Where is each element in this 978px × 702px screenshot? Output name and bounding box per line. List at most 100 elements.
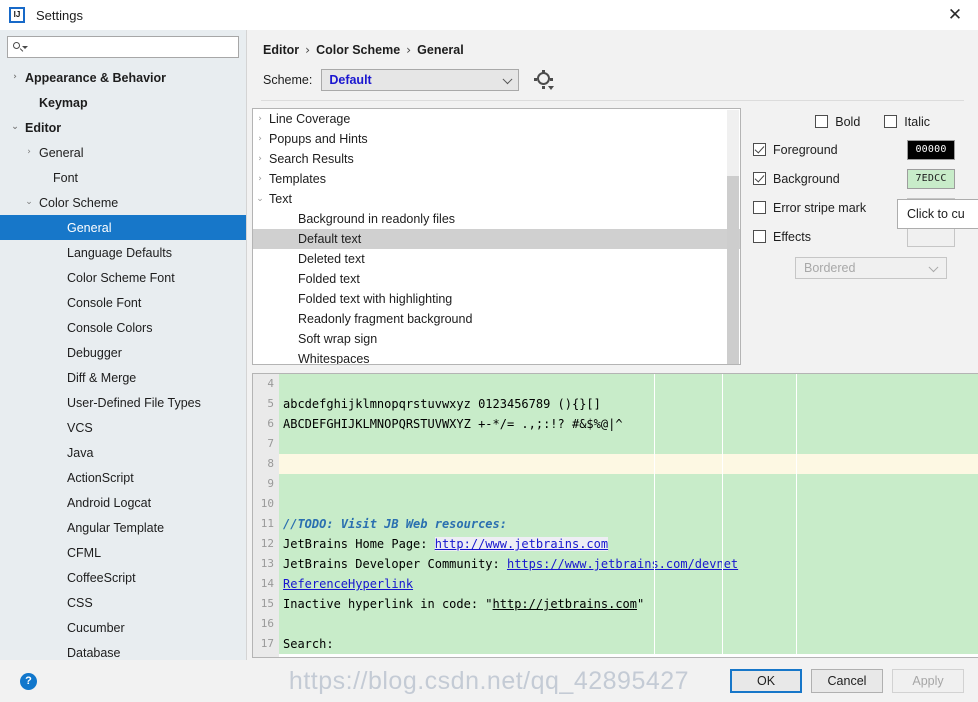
chevron-right-icon[interactable]: › (253, 154, 267, 164)
window-body: › Appearance & Behavior Keymap ⌄ Editor › Gene… (0, 30, 978, 660)
chevron-down-icon[interactable]: ⌄ (8, 123, 22, 132)
attribute-row[interactable]: Folded text (253, 269, 740, 289)
chevron-right-icon[interactable]: › (253, 114, 267, 124)
error-stripe-checkbox[interactable] (753, 201, 766, 214)
preview-code-area[interactable]: Search: Inactive hyperlink in code: "http… (279, 374, 978, 657)
sidebar-item-label: Console Colors (67, 320, 153, 335)
sidebar-item-editor[interactable]: ⌄ Editor (0, 115, 246, 140)
foreground-color-swatch[interactable]: 00000 (907, 139, 955, 160)
color-tooltip: Click to cu (897, 199, 978, 229)
preview-line: //TODO: Visit JB Web resources: (279, 514, 978, 534)
sidebar-item-general[interactable]: General (0, 215, 246, 240)
code-preview[interactable]: 4 5 6 7 8 9 10 11 12 13 14 15 16 17 Search: Inactive h… (252, 373, 978, 658)
sidebar-item-cucumber[interactable]: Cucumber (0, 615, 246, 640)
gear-icon[interactable] (534, 70, 555, 90)
scheme-select[interactable]: Default (321, 69, 520, 91)
attribute-label: Text (269, 192, 292, 206)
attribute-row[interactable]: › Line Coverage (253, 109, 740, 129)
attributes-scrollbar[interactable] (727, 110, 739, 364)
effect-type-select[interactable]: Bordered (795, 257, 947, 279)
attribute-row[interactable]: › Popups and Hints (253, 129, 740, 149)
chevron-right-icon[interactable]: › (8, 73, 22, 82)
search-icon (13, 41, 28, 53)
sidebar-tree[interactable]: › Appearance & Behavior Keymap ⌄ Editor › Gene… (0, 63, 246, 660)
effects-color-swatch[interactable] (907, 226, 955, 247)
italic-checkbox-row[interactable]: Italic (884, 115, 930, 129)
chevron-right-icon[interactable]: › (253, 134, 267, 144)
scheme-row: Scheme: Default (247, 57, 978, 91)
sidebar-item-java[interactable]: Java (0, 440, 246, 465)
apply-button[interactable]: Apply (892, 669, 964, 693)
sidebar-item-debugger[interactable]: Debugger (0, 340, 246, 365)
attribute-row[interactable]: Whitespaces (253, 349, 740, 364)
sidebar-item-font[interactable]: Font (0, 165, 246, 190)
foreground-checkbox[interactable] (753, 143, 766, 156)
chevron-down-icon (502, 74, 513, 85)
scrollbar-thumb[interactable] (727, 176, 739, 364)
preview-line (279, 614, 978, 634)
sidebar-item-appearance-behavior[interactable]: › Appearance & Behavior (0, 65, 246, 90)
chevron-right-icon[interactable]: › (253, 174, 267, 184)
close-icon[interactable]: ✕ (932, 0, 978, 30)
attribute-row[interactable]: › Templates (253, 169, 740, 189)
chevron-down-icon[interactable]: ⌄ (253, 194, 267, 204)
search-input[interactable] (24, 39, 238, 55)
bold-label: Bold (835, 114, 861, 129)
search-box[interactable] (7, 36, 239, 58)
line-background (279, 374, 978, 394)
sidebar-item-coffeescript[interactable]: CoffeeScript (0, 565, 246, 590)
help-icon[interactable]: ? (20, 672, 37, 690)
sidebar-item-label: CoffeeScript (67, 570, 136, 585)
bold-checkbox[interactable] (815, 115, 829, 128)
chevron-down-icon[interactable]: ⌄ (22, 198, 36, 207)
sidebar-item-color-scheme-font[interactable]: Color Scheme Font (0, 265, 246, 290)
line-number: 14 (260, 577, 274, 590)
sidebar-item-angular-template[interactable]: Angular Template (0, 515, 246, 540)
attribute-row[interactable]: Folded text with highlighting (253, 289, 740, 309)
sidebar-item-keymap[interactable]: Keymap (0, 90, 246, 115)
effects-checkbox[interactable] (753, 230, 766, 243)
chevron-right-icon[interactable]: › (22, 148, 36, 157)
sidebar-item-database[interactable]: Database (0, 640, 246, 660)
preview-line: JetBrains Home Page: http://www.jetbrain… (279, 534, 978, 554)
foreground-label: Foreground (773, 142, 838, 157)
sidebar-item-label: Java (67, 445, 94, 460)
sidebar-item-css[interactable]: CSS (0, 590, 246, 615)
italic-checkbox[interactable] (884, 115, 898, 128)
attribute-row[interactable]: Deleted text (253, 249, 740, 269)
breadcrumb-item[interactable]: Editor (263, 43, 299, 57)
attribute-row[interactable]: › Search Results (253, 149, 740, 169)
breadcrumb-item[interactable]: Color Scheme (316, 43, 400, 57)
attribute-row[interactable]: Background in readonly files (253, 209, 740, 229)
sidebar-item-language-defaults[interactable]: Language Defaults (0, 240, 246, 265)
bold-checkbox-row[interactable]: Bold (815, 115, 860, 129)
attributes-tree[interactable]: › Line Coverage › Popups and Hints › Search R… (252, 108, 741, 365)
sidebar-item-general[interactable]: › General (0, 140, 246, 165)
attribute-row[interactable]: Soft wrap sign (253, 329, 740, 349)
sidebar-item-user-defined-file-types[interactable]: User-Defined File Types (0, 390, 246, 415)
attribute-label: Deleted text (298, 252, 365, 266)
sidebar-item-android-logcat[interactable]: Android Logcat (0, 490, 246, 515)
attribute-label: Templates (269, 172, 326, 186)
attribute-row[interactable]: Default text (253, 229, 740, 249)
breadcrumb-item[interactable]: General (417, 43, 464, 57)
sidebar-item-label: ActionScript (67, 470, 134, 485)
ok-button[interactable]: OK (730, 669, 802, 693)
background-color-swatch[interactable]: 7EDCC (907, 168, 955, 189)
line-number-gutter: 4 5 6 7 8 9 10 11 12 13 14 15 16 17 (253, 374, 279, 657)
background-checkbox[interactable] (753, 172, 766, 185)
sidebar-item-diff-merge[interactable]: Diff & Merge (0, 365, 246, 390)
plain-text: Search: (283, 637, 334, 651)
sidebar-item-actionscript[interactable]: ActionScript (0, 465, 246, 490)
attribute-row[interactable]: ⌄ Text (253, 189, 740, 209)
sidebar-item-console-colors[interactable]: Console Colors (0, 315, 246, 340)
cancel-button[interactable]: Cancel (811, 669, 883, 693)
sidebar-item-console-font[interactable]: Console Font (0, 290, 246, 315)
sidebar-item-color-scheme[interactable]: ⌄ Color Scheme (0, 190, 246, 215)
line-text: //TODO: Visit JB Web resources: (279, 514, 978, 534)
line-background (279, 474, 978, 494)
sidebar-item-cfml[interactable]: CFML (0, 540, 246, 565)
app-logo-icon: IJ (9, 7, 25, 23)
sidebar-item-vcs[interactable]: VCS (0, 415, 246, 440)
attribute-row[interactable]: Readonly fragment background (253, 309, 740, 329)
